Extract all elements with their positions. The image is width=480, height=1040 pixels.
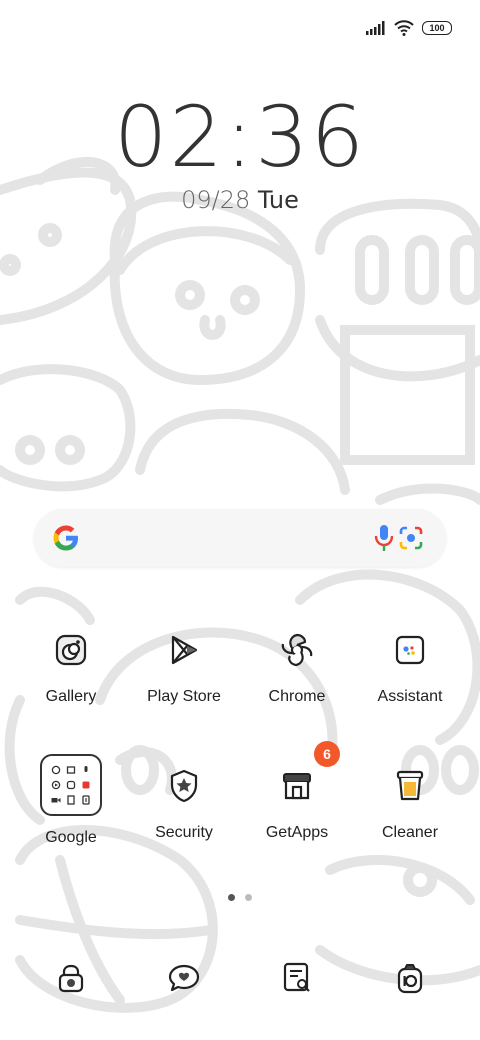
notification-badge: 6 [314, 741, 340, 767]
app-label: Play Store [147, 688, 221, 705]
docs-icon [79, 795, 94, 805]
meet-icon [48, 795, 63, 805]
app-chrome[interactable]: Chrome [242, 628, 352, 706]
camera-icon [397, 964, 423, 994]
drive-icon [63, 765, 78, 775]
folder-google[interactable]: Google [16, 754, 126, 847]
page-dot-active[interactable] [228, 894, 235, 901]
status-bar: 100 [366, 14, 452, 42]
google-logo-icon [53, 525, 78, 551]
messages-icon [168, 964, 200, 992]
security-icon [170, 769, 198, 803]
date-text: 09/28 [181, 186, 251, 214]
lens-camera-icon[interactable] [398, 525, 424, 551]
app-label: Google [45, 829, 97, 846]
app-label: Gallery [45, 688, 97, 705]
page-indicator[interactable] [0, 894, 480, 901]
notes-icon [283, 962, 310, 992]
app-label: Chrome [268, 688, 326, 705]
dock-app-phone[interactable] [46, 956, 96, 1000]
app-security[interactable]: Security [129, 764, 239, 842]
youtube-icon [48, 780, 63, 790]
signal-icon [366, 21, 385, 35]
app-assistant[interactable]: Assistant [355, 628, 465, 706]
battery-icon: 100 [422, 21, 452, 35]
google-folder-icon [40, 754, 102, 816]
wifi-icon [394, 20, 414, 36]
mic-small-icon [79, 765, 94, 775]
cleaner-icon [396, 770, 424, 801]
photos-icon [63, 780, 78, 790]
google-search-bar[interactable] [34, 509, 446, 567]
assistant-icon [395, 635, 425, 665]
app-label: GetApps [265, 824, 329, 841]
app-label: Assistant [377, 688, 443, 705]
clock-time[interactable]: 02:36 [0, 88, 480, 186]
clock-date[interactable]: 09/28 Tue [0, 186, 480, 214]
app-cleaner[interactable]: Cleaner [355, 764, 465, 842]
app-gallery[interactable]: Gallery [16, 628, 126, 706]
mic-icon[interactable] [374, 524, 394, 552]
chrome-icon [281, 633, 313, 667]
phone-lock-icon [58, 964, 84, 993]
app-label: Security [155, 824, 213, 841]
page-dot[interactable] [245, 894, 252, 901]
play-store-icon [171, 635, 198, 665]
files-icon [63, 795, 78, 805]
gallery-icon [55, 634, 87, 666]
dock-app-notes[interactable] [272, 956, 322, 1000]
dock-app-messages[interactable] [159, 956, 209, 1000]
getapps-icon [283, 773, 311, 800]
day-text: Tue [257, 186, 299, 214]
dock-app-camera[interactable] [385, 956, 435, 1000]
google-app-icon [48, 765, 63, 775]
app-play-store[interactable]: Play Store [129, 628, 239, 706]
app-label: Cleaner [381, 824, 439, 841]
app-getapps[interactable]: GetApps [242, 764, 352, 842]
youtube-music-icon [79, 780, 94, 790]
